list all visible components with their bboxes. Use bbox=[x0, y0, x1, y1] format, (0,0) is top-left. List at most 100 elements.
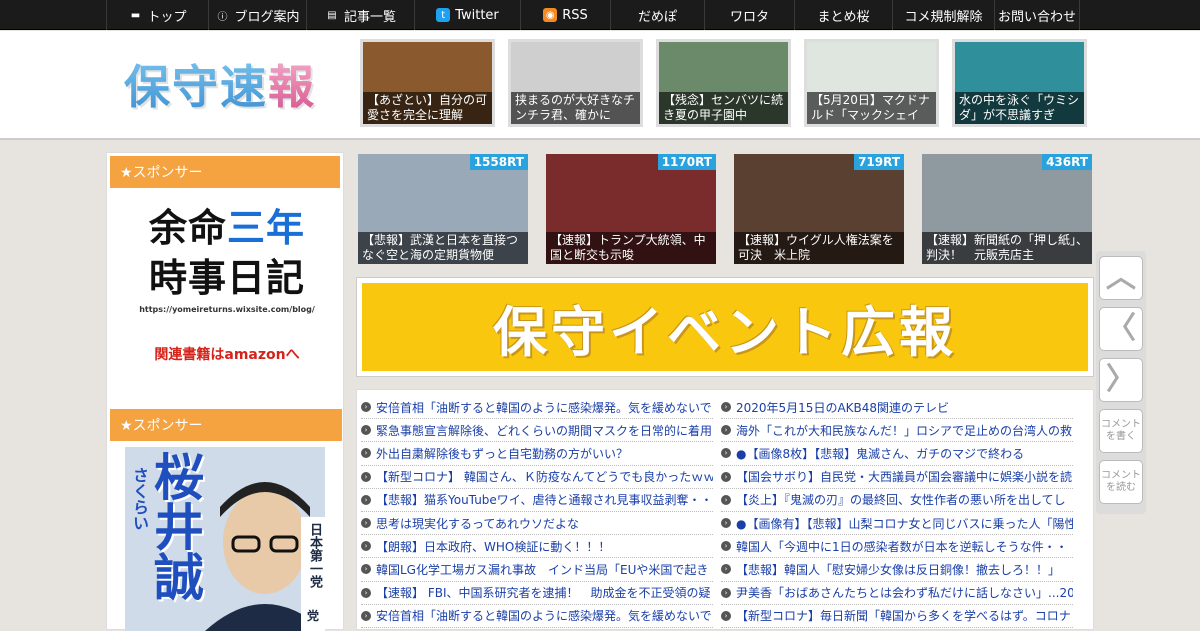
news-item[interactable]: › 外出自粛解除後もずっと自宅勤務の方がいい？ bbox=[361, 442, 713, 466]
news-item[interactable]: › 緊急事態宣言解除後、どれくらいの期間マスクを日常的に着用 bbox=[361, 419, 713, 443]
news-title: 緊急事態宣言解除後、どれくらいの期間マスクを日常的に着用 bbox=[376, 423, 713, 438]
bullet-arrow-icon: › bbox=[721, 518, 731, 529]
nav-item-8[interactable]: コメ規制解除 bbox=[892, 0, 994, 30]
news-item[interactable]: › 【新型コロナ】 韓国さん、Ｋ防疫なんてどうでも良かったｗｗ bbox=[361, 466, 713, 489]
nav-item-3[interactable]: t Twitter bbox=[414, 0, 520, 30]
news-item[interactable]: › 【朗報】日本政府、WHO検証に動く！！！ bbox=[361, 535, 713, 559]
nav-label: だめぽ bbox=[637, 9, 677, 25]
chevron-up-icon: ︿ bbox=[1106, 260, 1136, 295]
candidate-name-big: 桜井誠 bbox=[146, 451, 204, 601]
news-column-left: › 安倍首相「油断すると韓国のように感染爆発。気を緩めないで › 緊急事態宣言解除後、… bbox=[361, 396, 713, 628]
header-thumb[interactable]: 【あざとい】自分の可愛さを完全に理解 bbox=[360, 39, 495, 127]
news-item[interactable]: › ●【画像有】【悲報】山梨コロナ女と同じバスに乗った人「陽性 bbox=[721, 512, 1073, 536]
sponsor-heading-2: ★スポンサー bbox=[110, 409, 342, 441]
ad-book-link[interactable]: 関連書籍はamazonへ bbox=[127, 344, 327, 364]
sponsor-ad-sakurai[interactable]: 桜井誠 さくらい 日本第一党 党 bbox=[125, 447, 325, 631]
bullet-arrow-icon: › bbox=[721, 402, 731, 413]
nav-item-1[interactable]: ⓘ ブログ案内 bbox=[208, 0, 306, 30]
party-name: 日本第一党 bbox=[307, 523, 322, 588]
bullet-arrow-icon: › bbox=[361, 610, 371, 621]
bullet-arrow-icon: › bbox=[721, 471, 731, 482]
sponsor-ad-yomei[interactable]: 余命三年 時事日記 https://yomeireturns.wixsite.c… bbox=[127, 203, 327, 383]
nav-item-9[interactable]: お問い合わせ bbox=[994, 0, 1080, 30]
comment-write-button[interactable]: コメントを書く bbox=[1099, 409, 1143, 453]
chevron-right-icon: 〉 bbox=[1106, 362, 1136, 397]
thumb-caption: 挟まるのが大好きなチンチラ君、確かに bbox=[511, 92, 640, 124]
rt-count-badge: 436RT bbox=[1042, 154, 1092, 170]
news-title: 【新型コロナ】毎日新聞「韓国から多くを学べるはず。コロナ bbox=[736, 609, 1071, 624]
bullet-arrow-icon: › bbox=[721, 610, 731, 621]
nav-label: まとめ桜 bbox=[817, 9, 870, 25]
news-title: 【炎上】『鬼滅の刃』の最終回、女性作者の悪い所を出してし bbox=[736, 493, 1066, 508]
header-thumb[interactable]: 【残念】センバツに続き夏の甲子園中 bbox=[656, 39, 791, 127]
home-icon: ▬ bbox=[130, 9, 141, 21]
comment-read-button[interactable]: コメントを読む bbox=[1099, 460, 1143, 504]
news-item[interactable]: › 韓国人「今週中に1日の感染者数が日本を逆転しそうな件・・ bbox=[721, 535, 1073, 559]
nav-label: Twitter bbox=[455, 7, 499, 23]
popular-article[interactable]: 1170RT 【速報】トランプ大統領、中国と断交も示唆 bbox=[546, 154, 716, 264]
news-item[interactable]: › 2020年5月15日のAKB48関連のテレビ bbox=[721, 396, 1073, 420]
header-thumb[interactable]: 挟まるのが大好きなチンチラ君、確かに bbox=[508, 39, 643, 127]
news-column-right: › 2020年5月15日のAKB48関連のテレビ › 海外「これが大和民族なんだ！」ロ… bbox=[721, 396, 1073, 628]
thumb-caption: 水の中を泳ぐ「ウミシダ」が不思議すぎ bbox=[955, 92, 1084, 124]
nav-label: ワロタ bbox=[729, 9, 769, 25]
nav-item-6[interactable]: ワロタ bbox=[704, 0, 794, 30]
popular-article[interactable]: 436RT 【速報】新聞紙の「押し紙」、判決！ 元販売店主 bbox=[922, 154, 1092, 264]
popular-articles: 1558RT 【悲報】武漢と日本を直接つなぐ空と海の定期貨物便 1170RT 【速報】… bbox=[358, 154, 1092, 264]
nav-item-5[interactable]: だめぽ bbox=[610, 0, 704, 30]
bullet-arrow-icon: › bbox=[361, 518, 371, 529]
news-item[interactable]: › 思考は現実化するってあれウソだよな bbox=[361, 512, 713, 536]
rt-count-badge: 1170RT bbox=[657, 154, 716, 170]
news-title: 安倍首相「油断すると韓国のように感染爆発。気を緩めないで bbox=[376, 400, 712, 415]
news-item[interactable]: › 安倍首相「油断すると韓国のように感染爆発。気を緩めないで bbox=[361, 605, 713, 628]
nav-label: ブログ案内 bbox=[234, 9, 300, 25]
news-item[interactable]: › 【悲報】韓国人「慰安婦少女像は反日銅像！撤去しろ！！」 bbox=[721, 558, 1073, 582]
article-caption: 【速報】トランプ大統領、中国と断交も示唆 bbox=[546, 232, 716, 264]
nav-label: RSS bbox=[562, 7, 588, 23]
news-item[interactable]: › 韓国LG化学工場ガス漏れ事故 インド当局「EUや米国で起き bbox=[361, 558, 713, 582]
news-item[interactable]: › 【悲報】猫系YouTubeワイ、虐待と通報され見事収益剥奪・・ bbox=[361, 489, 713, 512]
popular-article[interactable]: 719RT 【速報】ウイグル人権法案を可決 米上院 bbox=[734, 154, 904, 264]
header-thumb[interactable]: 水の中を泳ぐ「ウミシダ」が不思議すぎ bbox=[952, 39, 1087, 127]
top-nav: ▬ トップ ⓘ ブログ案内 ▤ 記事一覧 t Twitter ◉ RSS だめぽ ワロタ まとめ桜 コメ規… bbox=[0, 0, 1200, 30]
bullet-arrow-icon: › bbox=[361, 564, 371, 575]
nav-item-2[interactable]: ▤ 記事一覧 bbox=[306, 0, 414, 30]
nav-label: コメ規制解除 bbox=[904, 9, 983, 25]
nav-item-0[interactable]: ▬ トップ bbox=[106, 0, 208, 30]
news-item[interactable]: › 海外「これが大和民族なんだ！」ロシアで足止めの台湾人の救 bbox=[721, 419, 1073, 443]
site-logo[interactable]: 保守速報 bbox=[124, 51, 316, 117]
news-title: 【悲報】韓国人「慰安婦少女像は反日銅像！撤去しろ！！」 bbox=[736, 562, 1061, 577]
party-tail: 党 bbox=[307, 609, 320, 623]
header-thumb[interactable]: 【5月20日】マクドナルド「マックシェイ bbox=[804, 39, 939, 127]
news-item[interactable]: › ●【画像8枚】【悲報】鬼滅さん、ガチのマジで終わる bbox=[721, 442, 1073, 466]
news-item[interactable]: › 【新型コロナ】毎日新聞「韓国から多くを学べるはず。コロナ bbox=[721, 605, 1073, 628]
event-banner[interactable]: 保守イベント広報 bbox=[356, 277, 1094, 377]
nav-item-7[interactable]: まとめ桜 bbox=[794, 0, 892, 30]
news-title: 尹美香「おばあさんたちとは会わず私だけに話しなさい」...20 bbox=[736, 586, 1073, 601]
bullet-arrow-icon: › bbox=[361, 494, 371, 505]
nav-item-4[interactable]: ◉ RSS bbox=[520, 0, 610, 30]
bullet-arrow-icon: › bbox=[361, 587, 371, 598]
news-title: 【朗報】日本政府、WHO検証に動く！！！ bbox=[376, 539, 611, 554]
bullet-arrow-icon: › bbox=[721, 564, 731, 575]
bullet-arrow-icon: › bbox=[721, 425, 731, 436]
info-icon: ⓘ bbox=[217, 11, 228, 23]
chevron-right-button[interactable]: 〉 bbox=[1099, 358, 1143, 402]
chevron-left-button[interactable]: 〈 bbox=[1099, 307, 1143, 351]
news-item[interactable]: › 【国会サボり】自民党・大西議員が国会審議中に娯楽小説を読 bbox=[721, 466, 1073, 489]
popular-article[interactable]: 1558RT 【悲報】武漢と日本を直接つなぐ空と海の定期貨物便 bbox=[358, 154, 528, 264]
article-caption: 【速報】ウイグル人権法案を可決 米上院 bbox=[734, 232, 904, 264]
twitter-icon: t bbox=[436, 8, 451, 22]
news-list: › 安倍首相「油断すると韓国のように感染爆発。気を緩めないで › 緊急事態宣言解除後、… bbox=[356, 389, 1094, 630]
news-title: ●【画像有】【悲報】山梨コロナ女と同じバスに乗った人「陽性 bbox=[736, 516, 1073, 531]
bullet-arrow-icon: › bbox=[721, 541, 731, 552]
news-item[interactable]: › 【速報】 FBI、中国系研究者を逮捕！ 助成金を不正受領の疑 bbox=[361, 582, 713, 605]
news-item[interactable]: › 【炎上】『鬼滅の刃』の最終回、女性作者の悪い所を出してし bbox=[721, 489, 1073, 512]
news-item[interactable]: › 安倍首相「油断すると韓国のように感染爆発。気を緩めないで bbox=[361, 396, 713, 420]
candidate-name-ruby: さくらい bbox=[130, 467, 149, 531]
chevron-up-button[interactable]: ︿ bbox=[1099, 256, 1143, 300]
bullet-arrow-icon: › bbox=[361, 425, 371, 436]
news-item[interactable]: › 尹美香「おばあさんたちとは会わず私だけに話しなさい」...20 bbox=[721, 582, 1073, 605]
ad-url[interactable]: https://yomeireturns.wixsite.com/blog/ bbox=[127, 305, 327, 314]
rt-count-badge: 1558RT bbox=[469, 154, 528, 170]
